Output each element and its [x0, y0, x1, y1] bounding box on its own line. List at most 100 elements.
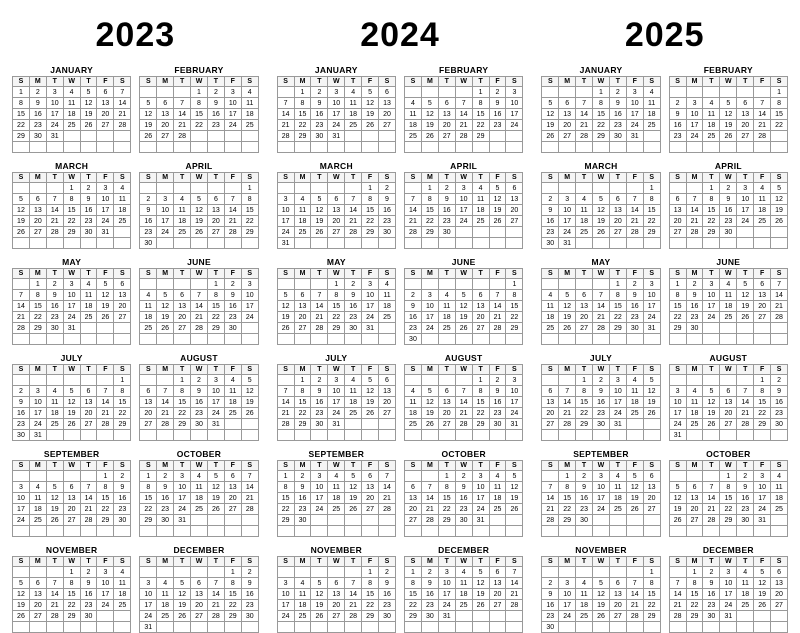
day-cell: 9 — [46, 290, 63, 301]
day-cell: 26 — [720, 131, 737, 142]
month-table: SMTWTFS123456789101112131415161718192021… — [404, 556, 523, 633]
day-cell — [626, 515, 643, 526]
day-cell: 21 — [191, 312, 208, 323]
day-cell — [224, 142, 241, 153]
day-cell: 10 — [669, 397, 686, 408]
month-grid: JANUARYSMTWTFS12345678910111213141516171… — [12, 65, 259, 633]
month-block: AUGUSTSMTWTFS123456789101112131415161718… — [404, 353, 523, 441]
day-cell: 3 — [626, 87, 643, 98]
day-cell: 11 — [686, 397, 703, 408]
day-cell — [157, 526, 174, 537]
day-cell — [46, 238, 63, 249]
day-cell: 19 — [542, 120, 559, 131]
day-cell: 21 — [455, 408, 472, 419]
day-cell: 2 — [771, 375, 788, 386]
day-cell: 24 — [720, 600, 737, 611]
day-cell: 2 — [489, 375, 506, 386]
day-cell: 19 — [506, 493, 523, 504]
day-cell — [207, 515, 224, 526]
day-cell — [294, 334, 311, 345]
day-header: T — [609, 365, 626, 375]
day-cell — [277, 142, 294, 153]
day-cell: 18 — [643, 109, 660, 120]
month-title: MAY — [277, 257, 396, 267]
day-cell — [277, 183, 294, 194]
day-cell: 20 — [542, 408, 559, 419]
day-header: S — [771, 461, 788, 471]
day-cell — [593, 515, 610, 526]
day-cell: 26 — [241, 408, 258, 419]
day-header: M — [157, 461, 174, 471]
day-cell: 31 — [29, 430, 46, 441]
day-cell: 26 — [97, 312, 114, 323]
day-cell: 7 — [405, 194, 422, 205]
day-cell: 24 — [593, 504, 610, 515]
month-block: APRILSMTWTFS1234567891011121314151617181… — [139, 161, 258, 249]
day-header: M — [29, 365, 46, 375]
day-cell — [207, 238, 224, 249]
day-cell — [489, 142, 506, 153]
day-cell: 16 — [421, 589, 438, 600]
day-cell: 13 — [29, 205, 46, 216]
day-cell: 27 — [609, 227, 626, 238]
day-cell: 20 — [294, 312, 311, 323]
day-header: T — [703, 173, 720, 183]
month-title: SEPTEMBER — [12, 449, 131, 459]
day-cell — [472, 238, 489, 249]
day-header: T — [46, 365, 63, 375]
day-cell: 30 — [379, 611, 396, 622]
day-cell — [489, 515, 506, 526]
day-cell: 20 — [438, 408, 455, 419]
day-cell: 27 — [720, 419, 737, 430]
month-title: APRIL — [139, 161, 258, 171]
day-cell: 8 — [438, 482, 455, 493]
day-cell: 27 — [294, 323, 311, 334]
day-header: S — [379, 461, 396, 471]
month-block: JULYSMTWTFS12345678910111213141516171819… — [277, 353, 396, 441]
day-cell: 17 — [63, 301, 80, 312]
day-cell: 30 — [224, 323, 241, 334]
day-cell: 10 — [157, 205, 174, 216]
day-cell: 10 — [421, 301, 438, 312]
day-cell — [46, 142, 63, 153]
day-cell — [720, 323, 737, 334]
day-cell — [506, 334, 523, 345]
day-cell — [703, 471, 720, 482]
day-cell: 30 — [542, 622, 559, 633]
day-cell — [80, 471, 97, 482]
day-cell — [241, 238, 258, 249]
day-cell: 13 — [737, 109, 754, 120]
day-cell: 15 — [771, 109, 788, 120]
day-header: S — [669, 365, 686, 375]
day-cell — [489, 279, 506, 290]
month-title: OCTOBER — [139, 449, 258, 459]
day-cell: 21 — [157, 408, 174, 419]
day-cell: 12 — [626, 482, 643, 493]
day-cell: 24 — [328, 408, 345, 419]
day-cell: 8 — [643, 578, 660, 589]
day-cell: 11 — [405, 397, 422, 408]
day-cell: 11 — [720, 290, 737, 301]
day-cell: 6 — [294, 290, 311, 301]
day-cell — [489, 622, 506, 633]
day-cell: 24 — [207, 408, 224, 419]
day-cell: 13 — [438, 397, 455, 408]
day-cell: 18 — [294, 600, 311, 611]
day-cell: 2 — [703, 567, 720, 578]
month-title: JANUARY — [12, 65, 131, 75]
day-cell: 11 — [191, 482, 208, 493]
day-cell: 30 — [737, 515, 754, 526]
day-cell: 18 — [737, 589, 754, 600]
day-cell: 26 — [277, 323, 294, 334]
day-cell — [703, 430, 720, 441]
day-cell: 19 — [669, 504, 686, 515]
day-cell: 16 — [686, 301, 703, 312]
day-cell — [174, 183, 191, 194]
day-cell: 22 — [224, 600, 241, 611]
day-cell: 29 — [609, 323, 626, 334]
day-cell: 20 — [737, 120, 754, 131]
day-cell — [703, 334, 720, 345]
day-cell — [345, 622, 362, 633]
day-cell: 9 — [489, 386, 506, 397]
day-header: T — [207, 557, 224, 567]
